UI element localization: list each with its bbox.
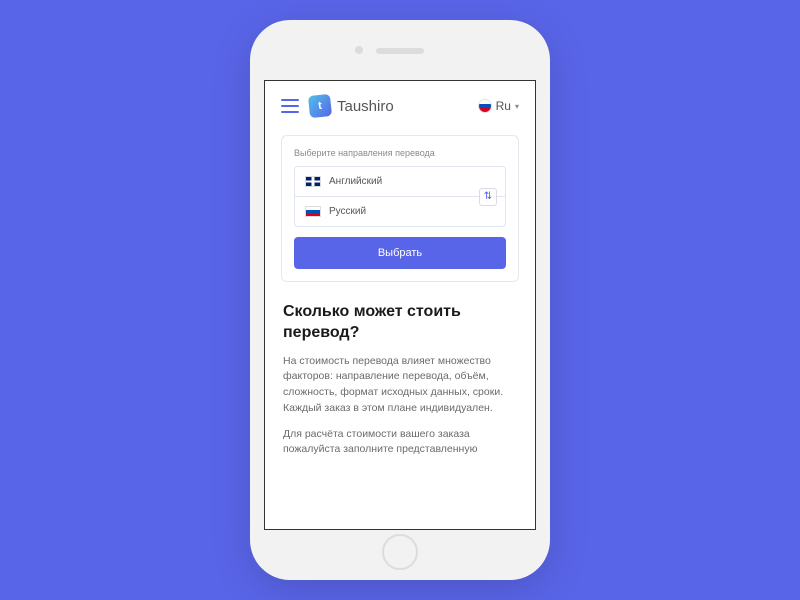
article-heading: Сколько может стоить перевод? <box>283 302 517 344</box>
translation-direction-card: Выберите направления перевода Английский… <box>281 135 519 282</box>
target-language-label: Русский <box>329 206 366 217</box>
article: Сколько может стоить перевод? На стоимос… <box>281 282 519 458</box>
app-screen: t Taushiro Ru ▾ Выберите направления пер… <box>264 80 536 530</box>
target-language-select[interactable]: Русский <box>295 196 505 226</box>
source-language-select[interactable]: Английский <box>295 167 505 196</box>
phone-frame: t Taushiro Ru ▾ Выберите направления пер… <box>250 20 550 580</box>
flag-uk-icon <box>305 176 321 187</box>
article-paragraph: Для расчёта стоимости вашего заказа пожа… <box>283 427 517 459</box>
logo-icon: t <box>308 94 332 118</box>
select-button[interactable]: Выбрать <box>294 237 506 269</box>
current-lang-label: Ru <box>496 99 511 113</box>
language-selectors: Английский Русский ⇅ <box>294 166 506 227</box>
app-header: t Taushiro Ru ▾ <box>265 81 535 127</box>
flag-ru-icon <box>305 206 321 217</box>
page-content: Выберите направления перевода Английский… <box>265 127 535 476</box>
swap-languages-button[interactable]: ⇅ <box>479 188 497 206</box>
brand-name: Taushiro <box>337 98 394 115</box>
home-button[interactable] <box>382 534 418 570</box>
source-language-label: Английский <box>329 176 382 187</box>
language-switcher[interactable]: Ru ▾ <box>478 99 519 113</box>
card-title: Выберите направления перевода <box>294 148 506 158</box>
menu-icon[interactable] <box>281 99 299 113</box>
chevron-down-icon: ▾ <box>515 102 519 111</box>
flag-ru-icon <box>478 99 492 113</box>
article-paragraph: На стоимость перевода влияет множество ф… <box>283 354 517 417</box>
brand-logo[interactable]: t Taushiro <box>309 95 468 117</box>
